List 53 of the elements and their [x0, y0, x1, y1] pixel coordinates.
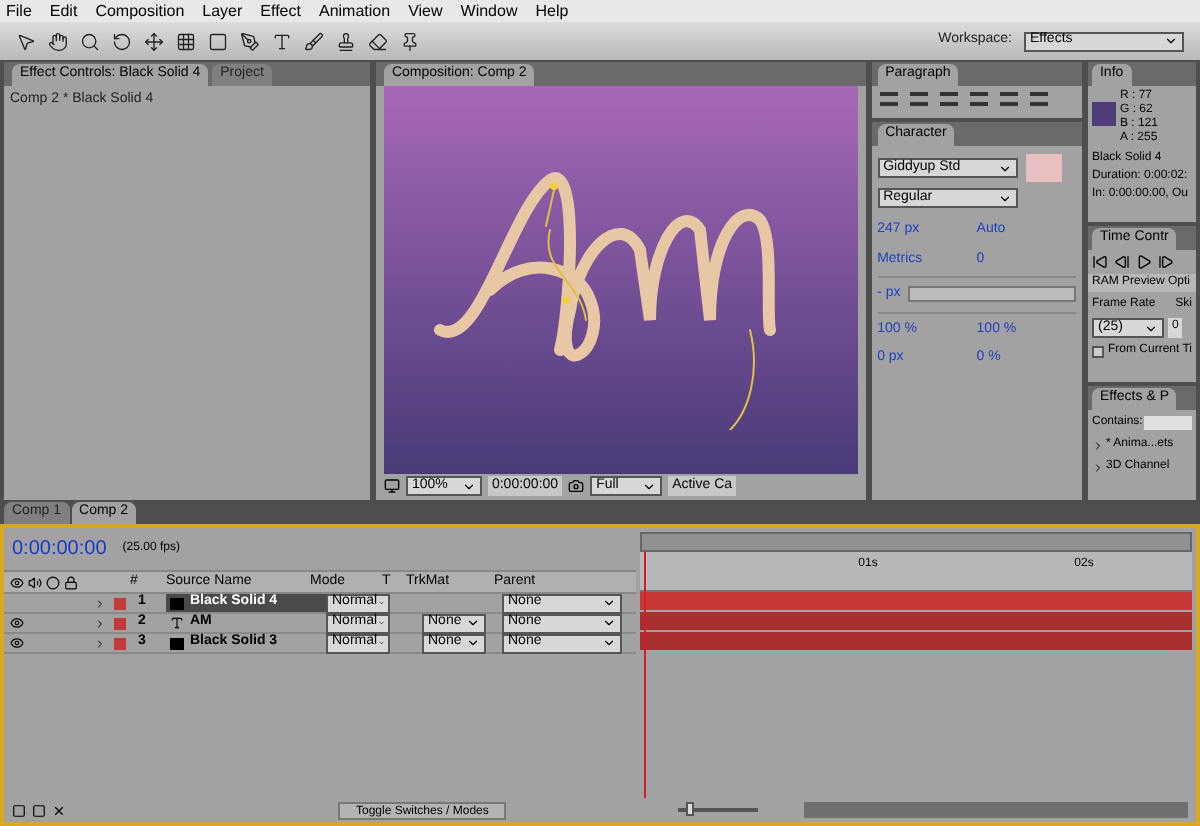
menu-item[interactable]: Effect — [260, 0, 301, 23]
grid-icon[interactable] — [176, 31, 196, 51]
eye-icon — [10, 575, 24, 589]
caret-icon — [997, 191, 1012, 205]
horizontal-scrollbar[interactable] — [804, 802, 1188, 818]
color-swatch — [1091, 102, 1116, 126]
zoom-icon[interactable] — [80, 31, 100, 51]
pin-icon[interactable] — [400, 31, 420, 51]
caret-icon — [1164, 34, 1178, 48]
rectangle-icon[interactable] — [208, 31, 228, 51]
stroke-field[interactable] — [908, 286, 1076, 303]
menu-item[interactable]: Composition — [95, 0, 185, 23]
pointer-icon[interactable] — [16, 31, 36, 51]
label-color[interactable] — [114, 617, 126, 629]
label-color[interactable] — [114, 597, 126, 609]
menu-item[interactable]: File — [6, 0, 32, 23]
type-icon[interactable] — [272, 31, 292, 51]
menu-item[interactable]: Layer — [202, 0, 243, 23]
eraser-icon[interactable] — [368, 31, 388, 51]
pen-icon[interactable] — [240, 31, 260, 51]
caret-icon — [461, 479, 476, 493]
next-frame-icon[interactable] — [1157, 254, 1174, 270]
solid-icon — [170, 637, 184, 649]
rotate-icon[interactable] — [112, 31, 132, 51]
menu-item[interactable]: View — [408, 0, 443, 23]
color-swatch[interactable] — [1025, 154, 1062, 182]
menu-item[interactable]: Window — [460, 0, 518, 23]
hand-icon[interactable] — [48, 31, 68, 51]
menu-item[interactable]: Edit — [49, 0, 78, 23]
speaker-icon — [28, 575, 42, 589]
menu-item[interactable]: Animation — [318, 0, 391, 23]
brush-icon[interactable] — [304, 31, 324, 51]
stamp-icon[interactable] — [336, 31, 356, 51]
play-icon[interactable] — [1135, 254, 1152, 270]
caret-icon — [1143, 321, 1158, 335]
checkbox[interactable] — [1091, 345, 1104, 357]
move-icon[interactable] — [144, 31, 164, 51]
previous-frame-icon[interactable] — [1113, 254, 1130, 270]
label-color[interactable] — [114, 637, 126, 649]
slider-thumb[interactable] — [686, 802, 695, 816]
contains-field[interactable] — [1144, 416, 1192, 430]
visibility-eye-icon[interactable] — [10, 616, 24, 630]
solid-icon — [170, 597, 184, 609]
caret-icon — [642, 479, 657, 493]
lock-icon — [64, 575, 78, 589]
monitor-icon[interactable] — [383, 478, 400, 494]
visibility-eye-icon[interactable] — [10, 636, 24, 650]
caret-icon — [997, 161, 1012, 175]
text-layer-icon — [170, 616, 184, 630]
camera-icon[interactable] — [568, 478, 585, 494]
menu-item[interactable]: Help — [535, 0, 569, 23]
solo-icon — [46, 575, 60, 589]
first-frame-icon[interactable] — [1091, 254, 1108, 270]
